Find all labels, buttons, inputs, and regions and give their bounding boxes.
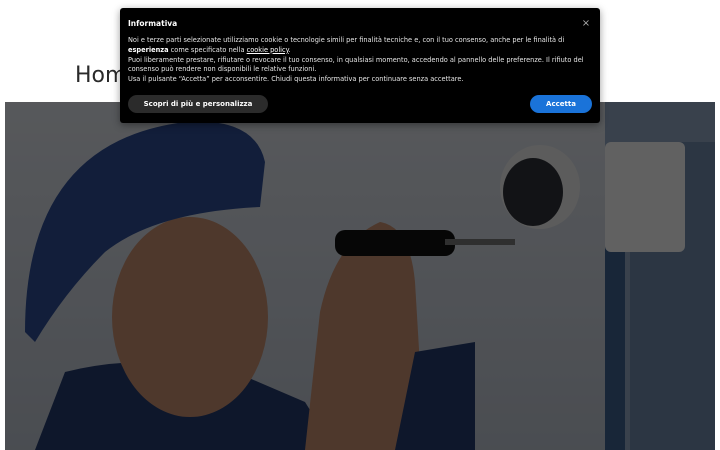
cookie-text-bold: esperienza [128, 45, 169, 54]
cookie-banner-title: Informativa [128, 19, 178, 28]
cookie-policy-link[interactable]: cookie policy [247, 46, 289, 54]
learn-more-customize-button[interactable]: Scopri di più e personalizza [128, 95, 268, 113]
cookie-banner-text: Noi e terze parti selezionate utilizziam… [128, 36, 592, 85]
cookie-text-1a: Noi e terze parti selezionate utilizziam… [128, 36, 565, 44]
cookie-text-1end: . [288, 45, 291, 54]
hero-dim-overlay [5, 102, 715, 450]
accept-button[interactable]: Accetta [530, 95, 592, 113]
cookie-banner: Informativa × Noi e terze parti selezion… [120, 8, 600, 123]
hero-image [5, 102, 715, 450]
cookie-text-1b: come specificato nella [168, 45, 247, 54]
cookie-text-2: Puoi liberamente prestare, rifiutare o r… [128, 55, 584, 74]
close-icon[interactable]: × [581, 19, 591, 29]
cookie-text-3: Usa il pulsante “Accetta” per acconsenti… [128, 75, 464, 84]
page-heading: Hom [75, 63, 127, 88]
